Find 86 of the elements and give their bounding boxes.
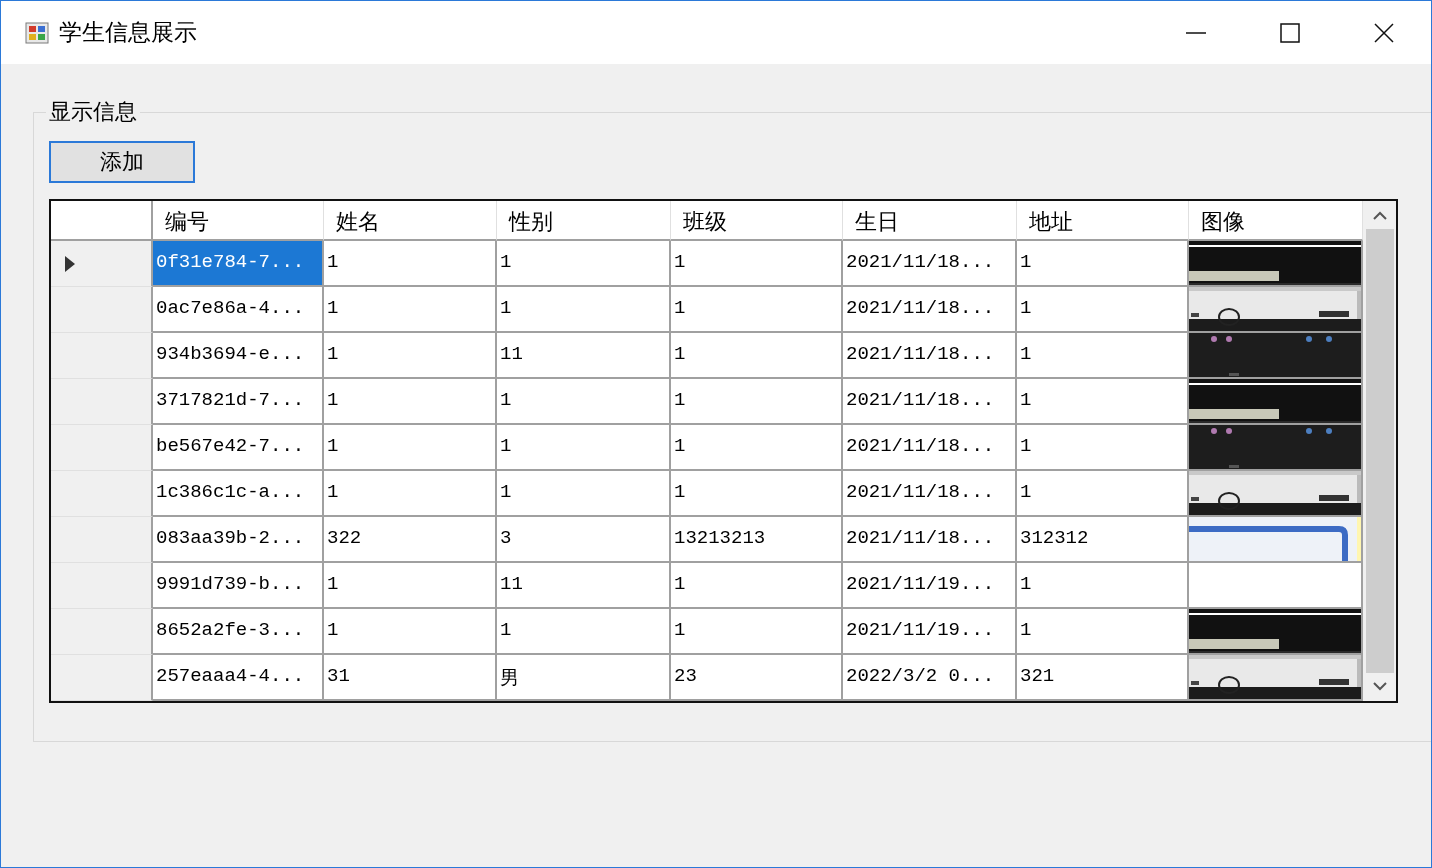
table-cell: 1 (497, 379, 671, 425)
table-cell: 1 (671, 379, 843, 425)
table-cell: 1 (671, 609, 843, 655)
row-header[interactable] (51, 609, 153, 655)
scroll-thumb[interactable] (1365, 229, 1394, 673)
table-cell: 1 (671, 333, 843, 379)
table-cell: 2021/11/18... (843, 471, 1017, 517)
table-cell: 3717821d-7... (153, 379, 324, 425)
table-cell: 男 (497, 655, 671, 701)
app-icon (25, 21, 49, 44)
table-cell: 2021/11/18... (843, 379, 1017, 425)
table-cell: 1 (1017, 471, 1189, 517)
row-header[interactable] (51, 241, 153, 287)
column-header[interactable]: 生日 (843, 201, 1017, 241)
row-header[interactable] (51, 655, 153, 701)
maximize-icon[interactable] (1279, 21, 1301, 44)
row-header[interactable] (51, 287, 153, 333)
window-title: 学生信息展示 (59, 18, 197, 47)
add-button[interactable]: 添加 (49, 141, 195, 183)
table-cell: 2021/11/19... (843, 563, 1017, 609)
table-cell: 1 (1017, 425, 1189, 471)
table-cell: 13213213 (671, 517, 843, 563)
table-cell: 1 (497, 609, 671, 655)
table-cell: 1c386c1c-a... (153, 471, 324, 517)
table-cell: 312312 (1017, 517, 1189, 563)
corner-header[interactable] (51, 201, 153, 241)
table-cell: 1 (671, 425, 843, 471)
table-cell: 31 (324, 655, 497, 701)
table-cell: 0f31e784-7... (153, 241, 324, 287)
table-cell: 1 (324, 287, 497, 333)
table-cell: 1 (324, 609, 497, 655)
table-cell: 1 (324, 471, 497, 517)
table-cell: 2021/11/18... (843, 425, 1017, 471)
column-header[interactable]: 性别 (497, 201, 671, 241)
table-cell: 9991d739-b... (153, 563, 324, 609)
table-cell: 1 (497, 425, 671, 471)
table-cell: 1 (1017, 333, 1189, 379)
scroll-up-icon[interactable] (1372, 211, 1387, 221)
table-cell: 934b3694-e... (153, 333, 324, 379)
column-header[interactable]: 班级 (671, 201, 843, 241)
column-header[interactable]: 图像 (1189, 201, 1363, 241)
table-cell: 083aa39b-2... (153, 517, 324, 563)
table-cell: 1 (1017, 287, 1189, 333)
column-header[interactable]: 编号 (153, 201, 324, 241)
scroll-down-icon[interactable] (1372, 681, 1387, 691)
table-cell: 1 (1017, 379, 1189, 425)
table-cell: 1 (497, 287, 671, 333)
table-cell: 321 (1017, 655, 1189, 701)
table-cell: 1 (1017, 563, 1189, 609)
row-header[interactable] (51, 379, 153, 425)
table-cell: 1 (1017, 241, 1189, 287)
table-cell: 1 (671, 287, 843, 333)
table-cell: 1 (497, 241, 671, 287)
table-cell: 2022/3/2 0... (843, 655, 1017, 701)
row-header[interactable] (51, 471, 153, 517)
table-cell: 257eaaa4-4... (153, 655, 324, 701)
table-cell: 1 (671, 563, 843, 609)
table-cell: 11 (497, 333, 671, 379)
table-cell: 1 (1017, 609, 1189, 655)
table-cell: 3 (497, 517, 671, 563)
table-cell: 1 (324, 379, 497, 425)
row-header[interactable] (51, 517, 153, 563)
table-cell: 1 (324, 425, 497, 471)
table-cell: 1 (324, 333, 497, 379)
table-cell: 1 (497, 471, 671, 517)
table-cell: 1 (671, 241, 843, 287)
table-cell: 1 (324, 241, 497, 287)
table-cell: 11 (497, 563, 671, 609)
table-cell: 1 (324, 563, 497, 609)
column-header[interactable]: 地址 (1017, 201, 1189, 241)
table-cell: 0ac7e86a-4... (153, 287, 324, 333)
table-cell: 8652a2fe-3... (153, 609, 324, 655)
table-cell: 2021/11/18... (843, 241, 1017, 287)
row-header[interactable] (51, 563, 153, 609)
close-icon[interactable] (1373, 21, 1395, 44)
table-cell: 2021/11/18... (843, 333, 1017, 379)
table-cell: 2021/11/18... (843, 287, 1017, 333)
table-cell: 2021/11/18... (843, 517, 1017, 563)
table-cell: 1 (671, 471, 843, 517)
table-cell: 322 (324, 517, 497, 563)
table-cell: 2021/11/19... (843, 609, 1017, 655)
column-header[interactable]: 姓名 (324, 201, 497, 241)
table-cell: be567e42-7... (153, 425, 324, 471)
table-cell: 23 (671, 655, 843, 701)
row-header[interactable] (51, 425, 153, 471)
row-header[interactable] (51, 333, 153, 379)
